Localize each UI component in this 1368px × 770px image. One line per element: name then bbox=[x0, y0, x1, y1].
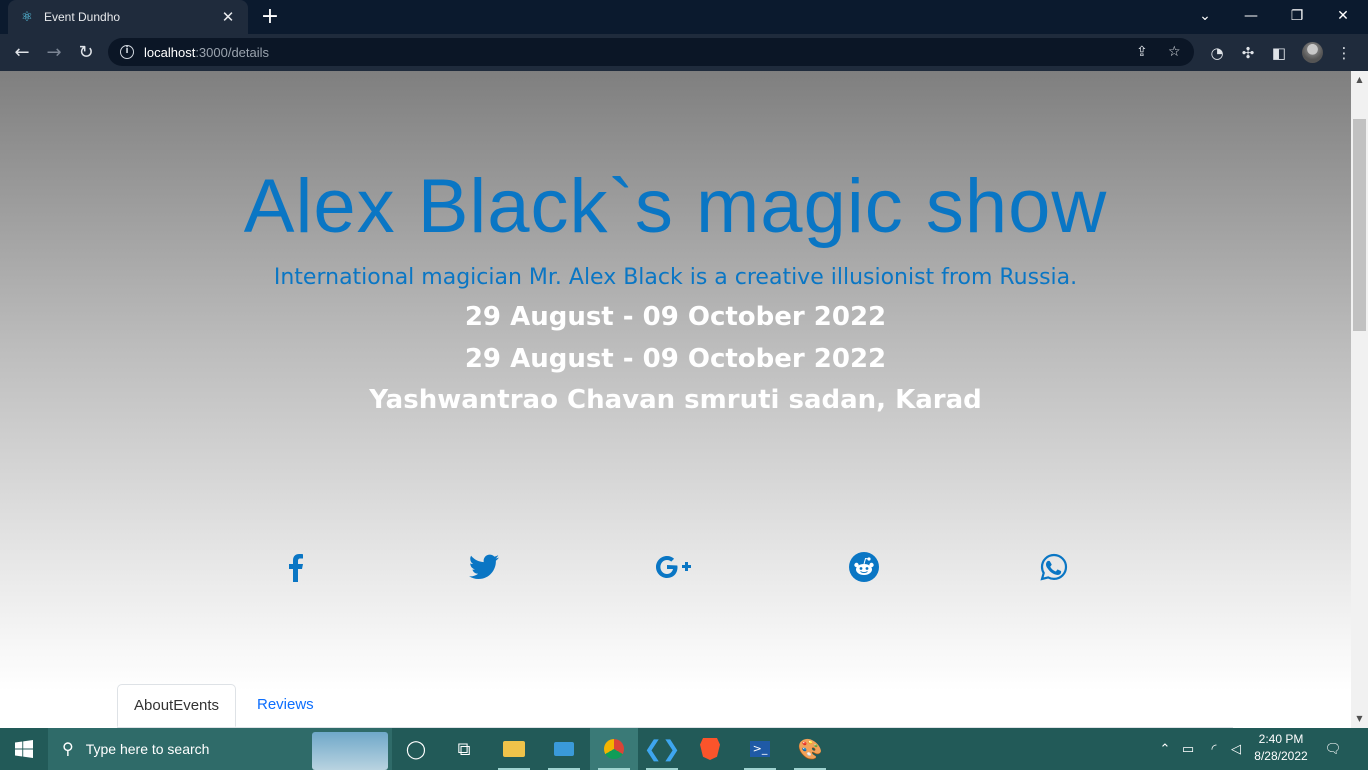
event-dates: 29 August - 09 October 2022 bbox=[464, 302, 887, 332]
site-info-icon[interactable]: i bbox=[120, 45, 134, 59]
clock-time: 2:40 PM bbox=[1258, 732, 1304, 746]
tab-title: Event Dundho bbox=[44, 10, 121, 24]
notifications-icon[interactable]: 🗨 bbox=[1322, 728, 1344, 770]
facebook-icon[interactable] bbox=[275, 547, 315, 587]
scroll-down-arrow-icon[interactable]: ▼ bbox=[1351, 712, 1368, 726]
minimize-button[interactable]: — bbox=[1228, 0, 1274, 34]
clock-date: 8/28/2022 bbox=[1254, 749, 1308, 763]
chrome-icon[interactable] bbox=[590, 728, 638, 770]
search-highlight-image bbox=[312, 732, 388, 770]
google-plus-icon[interactable] bbox=[654, 547, 694, 587]
brave-icon[interactable] bbox=[686, 728, 734, 770]
restore-button[interactable]: ❐ bbox=[1274, 0, 1320, 34]
event-description: International magician Mr. Alex Black is… bbox=[273, 265, 1078, 290]
task-view-cortana-icon[interactable]: ◯ bbox=[392, 728, 440, 770]
taskbar-clock[interactable]: 2:40 PM 8/28/2022 bbox=[1246, 731, 1316, 765]
search-icon: ⚲ bbox=[62, 741, 74, 758]
reload-button[interactable]: ↻ bbox=[72, 39, 100, 67]
browser-titlebar: ⚛ Event Dundho ✕ + ⌄ — ❐ ✕ bbox=[0, 0, 1368, 34]
windows-taskbar: ⚲ Type here to search ◯ ⧉ ❮❯ >_ 🎨 ⌃ ▭ ◜ … bbox=[0, 728, 1368, 770]
file-explorer-icon[interactable] bbox=[490, 728, 538, 770]
twitter-icon[interactable] bbox=[464, 547, 504, 587]
side-panel-icon[interactable]: ◧ bbox=[1269, 43, 1289, 63]
new-tab-button[interactable]: + bbox=[258, 5, 282, 29]
address-bar[interactable]: i localhost:3000/details ⇪ ☆ bbox=[108, 38, 1194, 66]
url-path: :3000/details bbox=[195, 44, 270, 60]
tab-search-icon[interactable]: ⌄ bbox=[1182, 0, 1228, 34]
scroll-up-arrow-icon[interactable]: ▲ bbox=[1351, 73, 1368, 87]
windows-start-icon[interactable] bbox=[0, 728, 48, 770]
taskbar-search-placeholder: Type here to search bbox=[85, 741, 210, 757]
event-dates-repeat: 29 August - 09 October 2022 bbox=[464, 344, 887, 374]
forward-button[interactable]: → bbox=[40, 39, 68, 67]
powershell-icon[interactable]: >_ bbox=[736, 728, 784, 770]
scroll-thumb[interactable] bbox=[1353, 119, 1366, 331]
page-viewport: Alex Black`s magic show International ma… bbox=[0, 71, 1351, 728]
whatsapp-icon[interactable] bbox=[1034, 547, 1074, 587]
vscode-icon[interactable]: ❮❯ bbox=[638, 728, 686, 770]
wifi-icon[interactable]: ◜ bbox=[1204, 728, 1224, 770]
tab-about-events[interactable]: AboutEvents bbox=[117, 684, 237, 727]
event-hero: Alex Black`s magic show International ma… bbox=[0, 71, 1351, 691]
browser-toolbar: ← → ↻ i localhost:3000/details ⇪ ☆ ◔ ✣ ◧… bbox=[0, 34, 1368, 71]
close-window-button[interactable]: ✕ bbox=[1320, 0, 1366, 34]
paint-icon[interactable]: 🎨 bbox=[786, 728, 834, 770]
task-view-icon[interactable]: ⧉ bbox=[440, 728, 488, 770]
extensions-puzzle-icon[interactable]: ✣ bbox=[1238, 43, 1258, 63]
profile-avatar[interactable] bbox=[1302, 42, 1323, 63]
menu-icon[interactable]: ⋮ bbox=[1334, 43, 1354, 63]
event-tabs: AboutEvents Reviews bbox=[117, 684, 1233, 728]
battery-icon[interactable]: ▭ bbox=[1178, 728, 1198, 770]
show-hidden-icons-icon[interactable]: ⌃ bbox=[1156, 728, 1174, 770]
reddit-icon[interactable] bbox=[844, 547, 884, 587]
taskbar-search-box[interactable]: ⚲ Type here to search bbox=[48, 728, 392, 770]
back-button[interactable]: ← bbox=[8, 39, 36, 67]
share-icon[interactable]: ⇪ bbox=[1136, 44, 1148, 60]
tab-reviews[interactable]: Reviews bbox=[241, 684, 330, 727]
volume-icon[interactable]: ◁ bbox=[1226, 728, 1246, 770]
react-icon: ⚛ bbox=[21, 9, 33, 24]
close-tab-icon[interactable]: ✕ bbox=[220, 8, 236, 26]
event-title: Alex Black`s magic show bbox=[243, 164, 1108, 249]
url-host: localhost bbox=[144, 44, 196, 60]
page-scrollbar[interactable]: ▲ ▼ bbox=[1351, 71, 1368, 728]
event-venue: Yashwantrao Chavan smruti sadan, Karad bbox=[369, 385, 982, 415]
extension-icon[interactable]: ◔ bbox=[1207, 43, 1227, 63]
browser-tab[interactable]: ⚛ Event Dundho ✕ bbox=[8, 0, 248, 34]
remote-desktop-icon[interactable] bbox=[540, 728, 588, 770]
bookmark-star-icon[interactable]: ☆ bbox=[1168, 44, 1181, 60]
